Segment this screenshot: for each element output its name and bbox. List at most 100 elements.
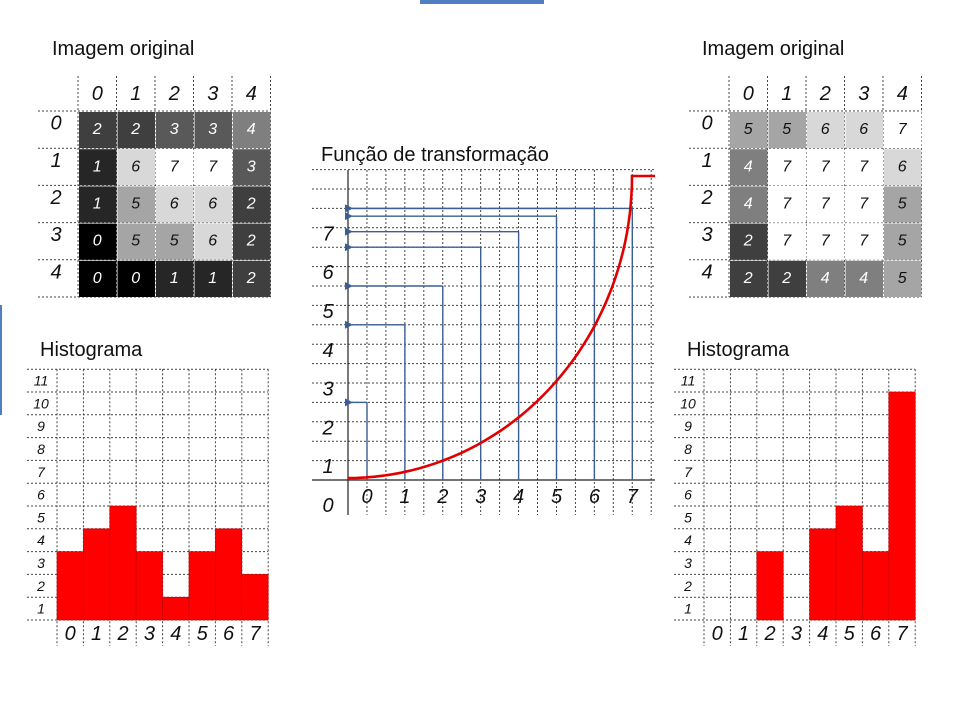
left-histogram-bar — [241, 574, 269, 621]
left-image-row-header: 1 — [50, 150, 61, 172]
left-image-col-header: 2 — [168, 83, 180, 105]
right-image-pixel-value: 6 — [821, 121, 830, 138]
transform-y-label: 4 — [322, 340, 333, 362]
left-image-pixel-value: 0 — [93, 270, 102, 287]
transform-y-label: 2 — [321, 417, 333, 439]
transform-x-label: 6 — [589, 486, 601, 508]
right-image-col-header: 4 — [897, 83, 908, 105]
left-histogram-y-label: 4 — [37, 532, 45, 548]
right-histogram-y-label: 10 — [680, 395, 696, 411]
right-histogram-y-label: 3 — [684, 555, 692, 571]
right-histogram-x-label: 2 — [763, 623, 775, 645]
right-histogram-x-label: 0 — [712, 623, 723, 645]
transform-y-label: 1 — [322, 456, 333, 478]
left-image-pixel-value: 1 — [170, 270, 179, 287]
left-image-pixel-value: 7 — [208, 158, 218, 175]
left-image-pixel-value: 2 — [246, 270, 256, 287]
right-image-pixel-value: 4 — [744, 196, 753, 213]
right-image-col-header: 2 — [819, 83, 831, 105]
left-histogram-x-label: 5 — [197, 623, 209, 645]
right-image-row-header: 1 — [701, 150, 712, 172]
left-histogram-x-label: 1 — [91, 623, 102, 645]
right-image-col-header: 3 — [858, 83, 869, 105]
left-image-pixel-value: 2 — [92, 121, 102, 138]
left-histogram-y-label: 5 — [37, 509, 45, 525]
right-image-pixel-value: 5 — [898, 233, 907, 250]
left-image-pixel-value: 0 — [131, 270, 140, 287]
right-image-pixel-value: 7 — [821, 196, 831, 213]
right-image-row-header: 3 — [701, 224, 712, 246]
left-histogram-y-label: 8 — [37, 441, 45, 457]
left-histogram-x-label: 0 — [65, 623, 76, 645]
right-histogram-y-label: 8 — [684, 441, 692, 457]
transform-x-label: 7 — [627, 486, 639, 508]
right-image-row-header: 4 — [701, 261, 712, 283]
diagram-svg: 0 1 2 3 4012342 2 3 3 41 6 7 7 31 5 6 6 20 5 5 6 20 0 1 1 20 1 2 3 4… — [27, 76, 922, 646]
left-image-col-header: 4 — [246, 83, 257, 105]
left-histogram-bar — [83, 528, 111, 621]
left-histogram-bar — [215, 528, 243, 621]
right-image-pixel-value: 2 — [743, 270, 753, 287]
left-image-pixel-value: 3 — [170, 121, 179, 138]
left-image-row-header: 2 — [49, 187, 61, 209]
slide-canvas: Imagem original Histograma Imagem origin… — [0, 0, 960, 720]
left-image-row-header: 4 — [50, 261, 61, 283]
left-histogram-bar — [109, 505, 137, 621]
transform-y-label: 7 — [322, 223, 334, 245]
right-histogram-x-label: 7 — [896, 623, 908, 645]
left-image-col-header: 0 — [92, 83, 103, 105]
transform-x-label: 2 — [436, 486, 448, 508]
left-image-col-header: 1 — [130, 83, 141, 105]
right-histogram-bar — [835, 505, 863, 621]
right-histogram-bar — [809, 528, 837, 621]
left-image-pixel-value: 1 — [93, 196, 102, 213]
left-image-pixel-value: 6 — [208, 196, 217, 213]
left-histogram-y-label: 2 — [36, 578, 45, 594]
right-histogram-y-label: 2 — [683, 578, 692, 594]
left-histogram-y-label: 9 — [37, 418, 45, 434]
right-image-pixel-value: 6 — [859, 121, 868, 138]
right-image-row-header: 0 — [701, 113, 712, 135]
left-histogram-y-label: 6 — [37, 487, 45, 503]
left-histogram-y-label: 10 — [33, 395, 49, 411]
right-histogram-bar — [862, 551, 890, 621]
left-histogram-y-label: 3 — [37, 555, 45, 571]
left-histogram-bar — [162, 596, 190, 621]
right-image-pixel-value: 5 — [782, 121, 791, 138]
left-histogram-y-label: 11 — [34, 373, 49, 389]
left-image-pixel-value: 5 — [131, 196, 140, 213]
left-image-pixel-value: 2 — [130, 121, 140, 138]
transform-y-label: 6 — [322, 262, 334, 284]
right-image-pixel-value: 2 — [781, 270, 791, 287]
left-image-pixel-value: 3 — [247, 158, 256, 175]
left-histogram-x-label: 2 — [116, 623, 128, 645]
right-histogram-y-label: 5 — [684, 509, 692, 525]
right-image-pixel-value: 7 — [782, 233, 792, 250]
right-histogram-y-label: 4 — [684, 532, 692, 548]
left-image-pixel-value: 1 — [208, 270, 217, 287]
right-histogram-x-label: 6 — [870, 623, 882, 645]
right-image-pixel-value: 5 — [898, 196, 907, 213]
right-image-pixel-value: 4 — [744, 158, 753, 175]
right-image-col-header: 0 — [743, 83, 754, 105]
left-image-pixel-value: 3 — [208, 121, 217, 138]
right-image-pixel-value: 7 — [782, 158, 792, 175]
right-histogram-x-label: 4 — [817, 623, 828, 645]
transform-x-label: 3 — [475, 486, 486, 508]
transform-x-label: 5 — [551, 486, 563, 508]
left-image-row-header: 3 — [50, 224, 61, 246]
right-histogram-x-label: 3 — [791, 623, 802, 645]
right-histogram-y-label: 1 — [684, 601, 692, 617]
right-image-col-header: 1 — [781, 83, 792, 105]
right-histogram-bar — [888, 391, 916, 621]
right-histogram-x-label: 1 — [738, 623, 749, 645]
right-histogram-x-label: 5 — [844, 623, 856, 645]
left-image-pixel-value: 2 — [246, 233, 256, 250]
right-histogram-y-label: 11 — [681, 373, 696, 389]
right-image-pixel-value: 5 — [744, 121, 753, 138]
left-histogram-y-label: 1 — [37, 601, 45, 617]
left-image-col-header: 3 — [207, 83, 218, 105]
left-image-pixel-value: 4 — [247, 121, 256, 138]
right-image-pixel-value: 7 — [859, 196, 869, 213]
left-histogram-y-label: 7 — [37, 464, 46, 480]
